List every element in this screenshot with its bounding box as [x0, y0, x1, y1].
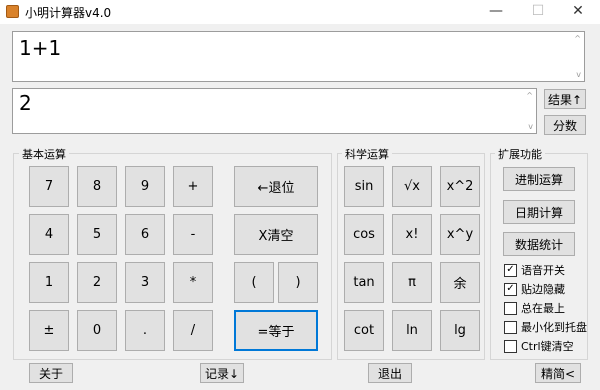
option-label: Ctrl键清空 [521, 340, 574, 353]
checkbox-icon[interactable] [504, 339, 517, 353]
key-multiply-button[interactable]: * [173, 262, 213, 303]
simple-mode-button[interactable]: 精简< [535, 363, 581, 383]
key-4-button[interactable]: 4 [29, 214, 69, 255]
checkbox-icon[interactable] [504, 320, 517, 334]
data-stats-button[interactable]: 数据统计 [503, 232, 575, 256]
checkbox-icon[interactable] [504, 301, 517, 315]
sci-cos-button[interactable]: cos [344, 214, 384, 255]
expression-text: 1+1 [19, 36, 62, 60]
sci-pi-button[interactable]: π [392, 262, 432, 303]
title-bar: 小明计算器v4.0 — ☐ ✕ [0, 0, 600, 24]
key-divide-button[interactable]: / [173, 310, 213, 351]
about-button[interactable]: 关于 [29, 363, 73, 383]
option-always-on-top[interactable]: 总在最上 [504, 300, 565, 316]
date-calc-button[interactable]: 日期计算 [503, 200, 575, 224]
option-label: 贴边隐藏 [521, 283, 565, 296]
sci-sqrt-button[interactable]: √x [392, 166, 432, 207]
sci-lg-button[interactable]: lg [440, 310, 480, 351]
key-8-button[interactable]: 8 [77, 166, 117, 207]
key-7-button[interactable]: 7 [29, 166, 69, 207]
extend-label: 扩展功能 [495, 146, 545, 162]
sci-factorial-button[interactable]: x! [392, 214, 432, 255]
option-label: 最小化到托盘 [521, 321, 587, 334]
result-display[interactable]: 2 ^ v [12, 88, 537, 134]
history-button[interactable]: 记录↓ [200, 363, 244, 383]
key-plus-minus-button[interactable]: ± [29, 310, 69, 351]
left-paren-button[interactable]: ( [234, 262, 274, 303]
key-3-button[interactable]: 3 [125, 262, 165, 303]
scroll-down-icon[interactable]: v [576, 70, 581, 79]
option-minimize-to-tray[interactable]: 最小化到托盘 [504, 319, 587, 335]
key-9-button[interactable]: 9 [125, 166, 165, 207]
sci-cot-button[interactable]: cot [344, 310, 384, 351]
right-paren-button[interactable]: ) [278, 262, 318, 303]
key-1-button[interactable]: 1 [29, 262, 69, 303]
option-label: 语音开关 [521, 264, 565, 277]
option-edge-hide[interactable]: ✓ 贴边隐藏 [504, 281, 565, 297]
key-5-button[interactable]: 5 [77, 214, 117, 255]
base-convert-button[interactable]: 进制运算 [503, 167, 575, 191]
exit-button[interactable]: 退出 [368, 363, 412, 383]
key-2-button[interactable]: 2 [77, 262, 117, 303]
result-text: 2 [19, 91, 32, 115]
basic-ops-label: 基本运算 [19, 146, 69, 162]
result-scroll-down-icon[interactable]: v [528, 122, 533, 131]
sci-ln-button[interactable]: ln [392, 310, 432, 351]
key-plus-button[interactable]: + [173, 166, 213, 207]
clear-button[interactable]: X清空 [234, 214, 318, 255]
result-up-button[interactable]: 结果↑ [544, 89, 586, 109]
equals-button[interactable]: =等于 [234, 310, 318, 351]
science-ops-label: 科学运算 [342, 146, 392, 162]
sci-square-button[interactable]: x^2 [440, 166, 480, 207]
result-scroll-up-icon[interactable]: ^ [526, 91, 533, 100]
option-label: 总在最上 [521, 302, 565, 315]
key-0-button[interactable]: 0 [77, 310, 117, 351]
checkbox-icon[interactable]: ✓ [504, 263, 517, 277]
key-decimal-button[interactable]: . [125, 310, 165, 351]
key-6-button[interactable]: 6 [125, 214, 165, 255]
fraction-button[interactable]: 分数 [544, 115, 586, 135]
sci-power-button[interactable]: x^y [440, 214, 480, 255]
scroll-up-icon[interactable]: ^ [574, 34, 581, 43]
checkbox-icon[interactable]: ✓ [504, 282, 517, 296]
backspace-button[interactable]: ←退位 [234, 166, 318, 207]
maximize-icon[interactable]: ☐ [518, 0, 558, 24]
calculator-app-icon [6, 5, 19, 18]
option-ctrl-clear[interactable]: Ctrl键清空 [504, 338, 574, 354]
sci-sin-button[interactable]: sin [344, 166, 384, 207]
sci-tan-button[interactable]: tan [344, 262, 384, 303]
close-icon[interactable]: ✕ [558, 0, 598, 24]
expression-display[interactable]: 1+1 ^ v [12, 31, 585, 82]
option-voice-toggle[interactable]: ✓ 语音开关 [504, 262, 565, 278]
window-title: 小明计算器v4.0 [25, 6, 112, 20]
minimize-icon[interactable]: — [476, 0, 516, 24]
key-minus-button[interactable]: - [173, 214, 213, 255]
sci-mod-button[interactable]: 余 [440, 262, 480, 303]
